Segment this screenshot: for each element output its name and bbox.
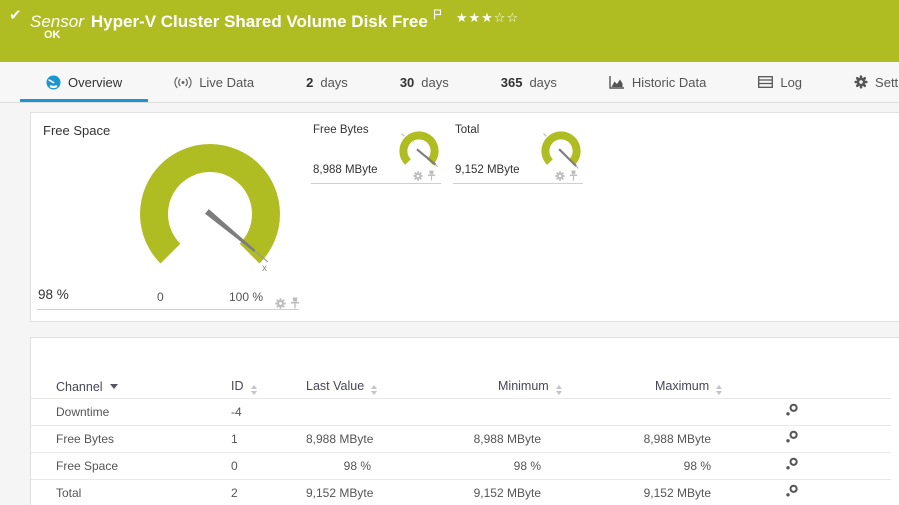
divider (37, 309, 299, 310)
gauge-title: Free Space (43, 123, 110, 138)
overview-gauges-panel: Free Space x 0 100 % 98 % Free Bytes (30, 112, 899, 322)
status-ok-check-icon: ✔ (9, 6, 22, 24)
channel-minimum: 8,988 MByte (446, 425, 586, 452)
gear-icon (854, 75, 868, 89)
pin-icon[interactable] (290, 297, 300, 309)
channel-last-value: 98 % (306, 452, 446, 479)
channel-id: 0 (206, 452, 306, 479)
free-bytes-gauge (394, 126, 444, 176)
gauge-value: 98 % (38, 287, 69, 302)
table-row[interactable]: Total 2 9,152 MByte 9,152 MByte 9,152 MB… (31, 479, 891, 505)
gauge-min-label: 0 (157, 290, 164, 304)
free-space-gauge-cell: Free Space x 0 100 % 98 % (31, 113, 301, 321)
tab-30-days[interactable]: 30days (374, 62, 475, 102)
channel-maximum: 9,152 MByte (586, 479, 726, 505)
channel-name: Downtime (31, 398, 206, 425)
table-row[interactable]: Free Bytes 1 8,988 MByte 8,988 MByte 8,9… (31, 425, 891, 452)
gauge-value: 9,152 MByte (455, 164, 520, 176)
gauge-max-label: 100 % (229, 290, 263, 304)
channel-name: Total (31, 479, 206, 505)
total-gauge-cell: Total 9,152 MByte (451, 113, 585, 321)
col-header-actions (726, 376, 811, 398)
divider (311, 183, 441, 184)
gear-icon[interactable] (413, 171, 423, 181)
status-badge: OK (44, 29, 61, 41)
historic-chart-icon (609, 76, 625, 89)
channel-maximum: 98 % (586, 452, 726, 479)
channel-name: Free Bytes (31, 425, 206, 452)
table-row[interactable]: Downtime -4 (31, 398, 891, 425)
tab-bar: Overview Live Data 2days 30days 365days … (0, 62, 899, 103)
col-header-maximum[interactable]: Maximum (586, 376, 726, 398)
col-header-minimum[interactable]: Minimum (446, 376, 586, 398)
col-header-id[interactable]: ID (206, 376, 306, 398)
channel-id: 2 (206, 479, 306, 505)
tab-log[interactable]: Log (732, 62, 828, 102)
channel-maximum: 8,988 MByte (586, 425, 726, 452)
channel-last-value: 8,988 MByte (306, 425, 446, 452)
tab-2-days[interactable]: 2days (280, 62, 374, 102)
channel-id: -4 (206, 398, 306, 425)
tab-365-days[interactable]: 365days (475, 62, 583, 102)
channel-table: Channel ID Last Value Minimum Maximum Do… (31, 376, 891, 505)
channel-name: Free Space (31, 452, 206, 479)
channel-minimum: 9,152 MByte (446, 479, 586, 505)
col-header-channel[interactable]: Channel (31, 376, 206, 398)
channel-minimum (446, 398, 586, 425)
channel-settings-icon[interactable] (785, 403, 799, 417)
channel-minimum: 98 % (446, 452, 586, 479)
gauge-icon (46, 75, 61, 90)
pin-icon[interactable] (427, 170, 436, 181)
tab-settings[interactable]: Settings (828, 62, 899, 102)
table-header-row: Channel ID Last Value Minimum Maximum (31, 376, 891, 398)
gauge-value: 8,988 MByte (313, 164, 378, 176)
channel-last-value: 9,152 MByte (306, 479, 446, 505)
channel-settings-icon[interactable] (785, 484, 799, 498)
log-icon (758, 76, 773, 88)
tab-overview[interactable]: Overview (20, 62, 148, 102)
needle-tip-marker: x (262, 263, 267, 274)
channel-last-value (306, 398, 446, 425)
sensor-title-line: SensorHyper-V Cluster Shared Volume Disk… (30, 5, 519, 32)
tab-historic-data[interactable]: Historic Data (583, 62, 732, 102)
channel-table-panel: Channel ID Last Value Minimum Maximum Do… (30, 337, 899, 505)
priority-stars[interactable]: ★★★☆☆ (456, 10, 519, 25)
gauge-title: Free Bytes (313, 124, 369, 136)
page-title: Hyper-V Cluster Shared Volume Disk Free (91, 12, 428, 31)
col-header-last-value[interactable]: Last Value (306, 376, 446, 398)
table-row[interactable]: Free Space 0 98 % 98 % 98 % (31, 452, 891, 479)
gear-icon[interactable] (555, 171, 565, 181)
tab-live-data[interactable]: Live Data (148, 62, 280, 102)
channel-settings-icon[interactable] (785, 457, 799, 471)
channel-settings-icon[interactable] (785, 430, 799, 444)
total-gauge (536, 126, 586, 176)
sort-icon (556, 385, 562, 395)
sort-desc-icon (110, 384, 118, 389)
gear-icon[interactable] (275, 298, 286, 309)
sort-icon (371, 385, 377, 395)
free-bytes-gauge-cell: Free Bytes 8,988 MByte (309, 113, 443, 321)
sensor-header: ✔ SensorHyper-V Cluster Shared Volume Di… (0, 0, 899, 62)
pin-icon[interactable] (569, 170, 578, 181)
live-data-icon (174, 76, 192, 89)
sort-icon (716, 385, 722, 395)
gauge-title: Total (455, 124, 479, 136)
flag-icon[interactable] (433, 5, 442, 25)
channel-id: 1 (206, 425, 306, 452)
channel-maximum (586, 398, 726, 425)
divider (453, 183, 583, 184)
sort-icon (251, 385, 257, 395)
